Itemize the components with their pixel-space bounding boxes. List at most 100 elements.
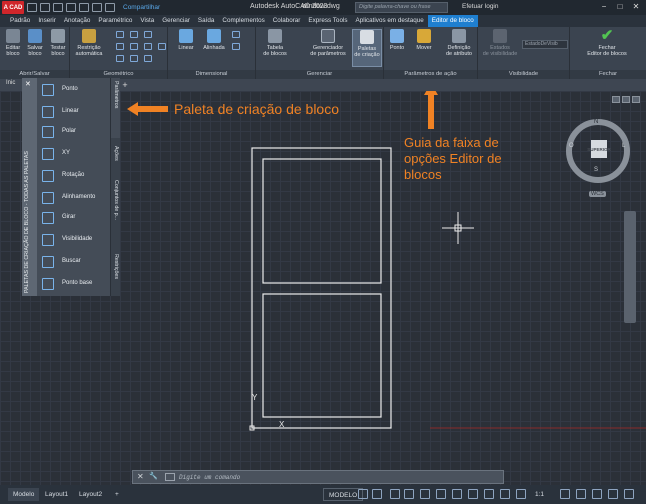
tab-anotacao[interactable]: Anotação: [60, 15, 95, 27]
show-constraints-icon[interactable]: [158, 43, 166, 50]
palette-item-polar[interactable]: Polar: [37, 123, 110, 143]
collinear-icon[interactable]: [130, 31, 138, 38]
auto-constrain-button[interactable]: Restrição automática: [72, 29, 106, 57]
viewcube[interactable]: SUPERIOR N S O L: [566, 119, 630, 183]
tab-modelo[interactable]: Modelo: [8, 488, 40, 501]
isolate-objects-icon[interactable]: [608, 489, 618, 499]
tab-editor-de-bloco[interactable]: Editor de bloco: [427, 15, 478, 27]
customization-menu-icon[interactable]: [624, 489, 634, 499]
parallel-icon[interactable]: [116, 43, 124, 50]
tab-complementos[interactable]: Complementos: [218, 15, 268, 27]
block-table-button[interactable]: Tabela de blocos: [260, 29, 290, 57]
authoring-palettes-button[interactable]: Paletas de criação: [352, 29, 382, 67]
palette-item-girar[interactable]: Girar: [37, 209, 110, 229]
concentric-icon[interactable]: [144, 31, 152, 38]
ortho-icon[interactable]: [390, 489, 400, 499]
new-file-icon[interactable]: [27, 3, 37, 12]
add-layout-button[interactable]: +: [110, 488, 124, 501]
palette-item-alinhamento[interactable]: Alinhamento: [37, 189, 110, 209]
tab-vista[interactable]: Vista: [136, 15, 158, 27]
horizontal-icon[interactable]: [144, 43, 152, 50]
tab-parametrico[interactable]: Paramétrico: [94, 15, 136, 27]
object-snap-tracking-icon[interactable]: [436, 489, 446, 499]
navigation-bar[interactable]: [624, 211, 636, 323]
units-icon[interactable]: [592, 489, 602, 499]
delete-constraints-icon[interactable]: [232, 31, 240, 38]
palette-tab-restricoes[interactable]: Restrições: [110, 248, 120, 296]
new-tab-button[interactable]: +: [120, 79, 130, 91]
viewcube-face-top[interactable]: SUPERIOR: [587, 140, 611, 158]
login-button[interactable]: Efetuar login: [462, 3, 499, 10]
snap-icon[interactable]: [372, 489, 382, 499]
share-button[interactable]: Compartilhar: [123, 4, 160, 11]
command-customize-icon[interactable]: 🔧: [149, 472, 158, 480]
maximize-button[interactable]: □: [613, 1, 627, 13]
redo-icon[interactable]: [105, 3, 115, 12]
save-block-button[interactable]: Salvar bloco: [24, 29, 46, 57]
annotation-visibility-icon[interactable]: [516, 489, 526, 499]
annotation-scale[interactable]: 1:1: [530, 488, 549, 501]
point-param-button[interactable]: Ponto: [386, 29, 408, 51]
selection-cycling-icon[interactable]: [500, 489, 510, 499]
palette-close-icon[interactable]: ✕: [25, 80, 31, 88]
close-block-editor-button[interactable]: ✔ Fechar Editor de blocos: [572, 28, 642, 57]
test-block-button[interactable]: Testar bloco: [48, 29, 68, 57]
plot-icon[interactable]: [79, 3, 89, 12]
object-snap-icon[interactable]: [452, 489, 462, 499]
wcs-dropdown[interactable]: WCS: [589, 191, 606, 197]
lineweight-icon[interactable]: [468, 489, 478, 499]
command-prompt-icon[interactable]: [165, 473, 175, 481]
coincident-icon[interactable]: [116, 31, 124, 38]
visibility-states-button[interactable]: Estados de visibilidade: [480, 29, 520, 57]
app-logo[interactable]: A CAD: [2, 1, 24, 14]
palette-title-bar[interactable]: ✕ PALETAS DE CRIAÇÃO DE BLOCO - TODAS AS…: [22, 78, 37, 296]
tab-express-tools[interactable]: Express Tools: [304, 15, 351, 27]
aligned-button[interactable]: Alinhada: [200, 29, 228, 51]
edit-block-button[interactable]: Editar bloco: [2, 29, 24, 57]
search-input[interactable]: Digite palavra-chave ou frase: [355, 2, 448, 13]
upper-pane[interactable]: [262, 158, 382, 284]
palette-item-ponto-base[interactable]: Ponto base: [37, 275, 110, 295]
tab-colaborar[interactable]: Colaborar: [269, 15, 305, 27]
move-action-button[interactable]: Mover: [412, 29, 436, 51]
transparency-icon[interactable]: [484, 489, 494, 499]
grid-icon[interactable]: [358, 489, 368, 499]
window-frame[interactable]: [251, 147, 392, 429]
palette-item-rotacao[interactable]: Rotação: [37, 167, 110, 187]
palette-item-ponto[interactable]: Ponto: [37, 81, 110, 101]
tab-layout2[interactable]: Layout2: [74, 488, 107, 501]
convert-icon[interactable]: [232, 43, 240, 50]
close-button[interactable]: ✕: [629, 1, 643, 13]
symmetric-icon[interactable]: [130, 55, 138, 62]
command-input[interactable]: Digite um comando: [179, 474, 240, 481]
save-as-icon[interactable]: [66, 3, 76, 12]
save-icon[interactable]: [53, 3, 63, 12]
palette-item-xy[interactable]: XY: [37, 145, 110, 165]
tab-layout1[interactable]: Layout1: [40, 488, 73, 501]
isodraft-icon[interactable]: [420, 489, 430, 499]
tab-padrao[interactable]: Padrão: [6, 15, 34, 27]
palette-tab-parametros[interactable]: Parâmetros: [110, 78, 120, 138]
tab-start[interactable]: Inic: [6, 80, 22, 90]
lower-pane[interactable]: [262, 293, 382, 418]
annotation-monitor-icon[interactable]: [576, 489, 586, 499]
minimize-button[interactable]: −: [597, 1, 611, 13]
command-close-icon[interactable]: ✕: [137, 472, 144, 481]
perpendicular-icon[interactable]: [130, 43, 138, 50]
tab-saida[interactable]: Saída: [194, 15, 218, 27]
linear-button[interactable]: Linear: [174, 29, 198, 51]
tab-inserir[interactable]: Inserir: [34, 15, 60, 27]
palette-tab-acoes[interactable]: Ações: [110, 138, 120, 176]
palette-item-visibilidade[interactable]: Visibilidade: [37, 231, 110, 251]
palette-item-linear[interactable]: Linear: [37, 103, 110, 123]
polar-tracking-icon[interactable]: [404, 489, 414, 499]
tab-gerenciar[interactable]: Gerenciar: [158, 15, 194, 27]
palette-item-buscar[interactable]: Buscar: [37, 253, 110, 273]
attribute-definition-button[interactable]: Definição de atributo: [442, 29, 476, 57]
palette-tab-conjuntos[interactable]: Conjuntos de p...: [110, 176, 120, 248]
tab-aplicativos[interactable]: Aplicativos em destaque: [352, 15, 428, 27]
param-manager-button[interactable]: Gerenciador de parâmetros: [306, 29, 350, 57]
equal-icon[interactable]: [144, 55, 152, 62]
settings-gear-icon[interactable]: [560, 489, 570, 499]
open-file-icon[interactable]: [40, 3, 50, 12]
